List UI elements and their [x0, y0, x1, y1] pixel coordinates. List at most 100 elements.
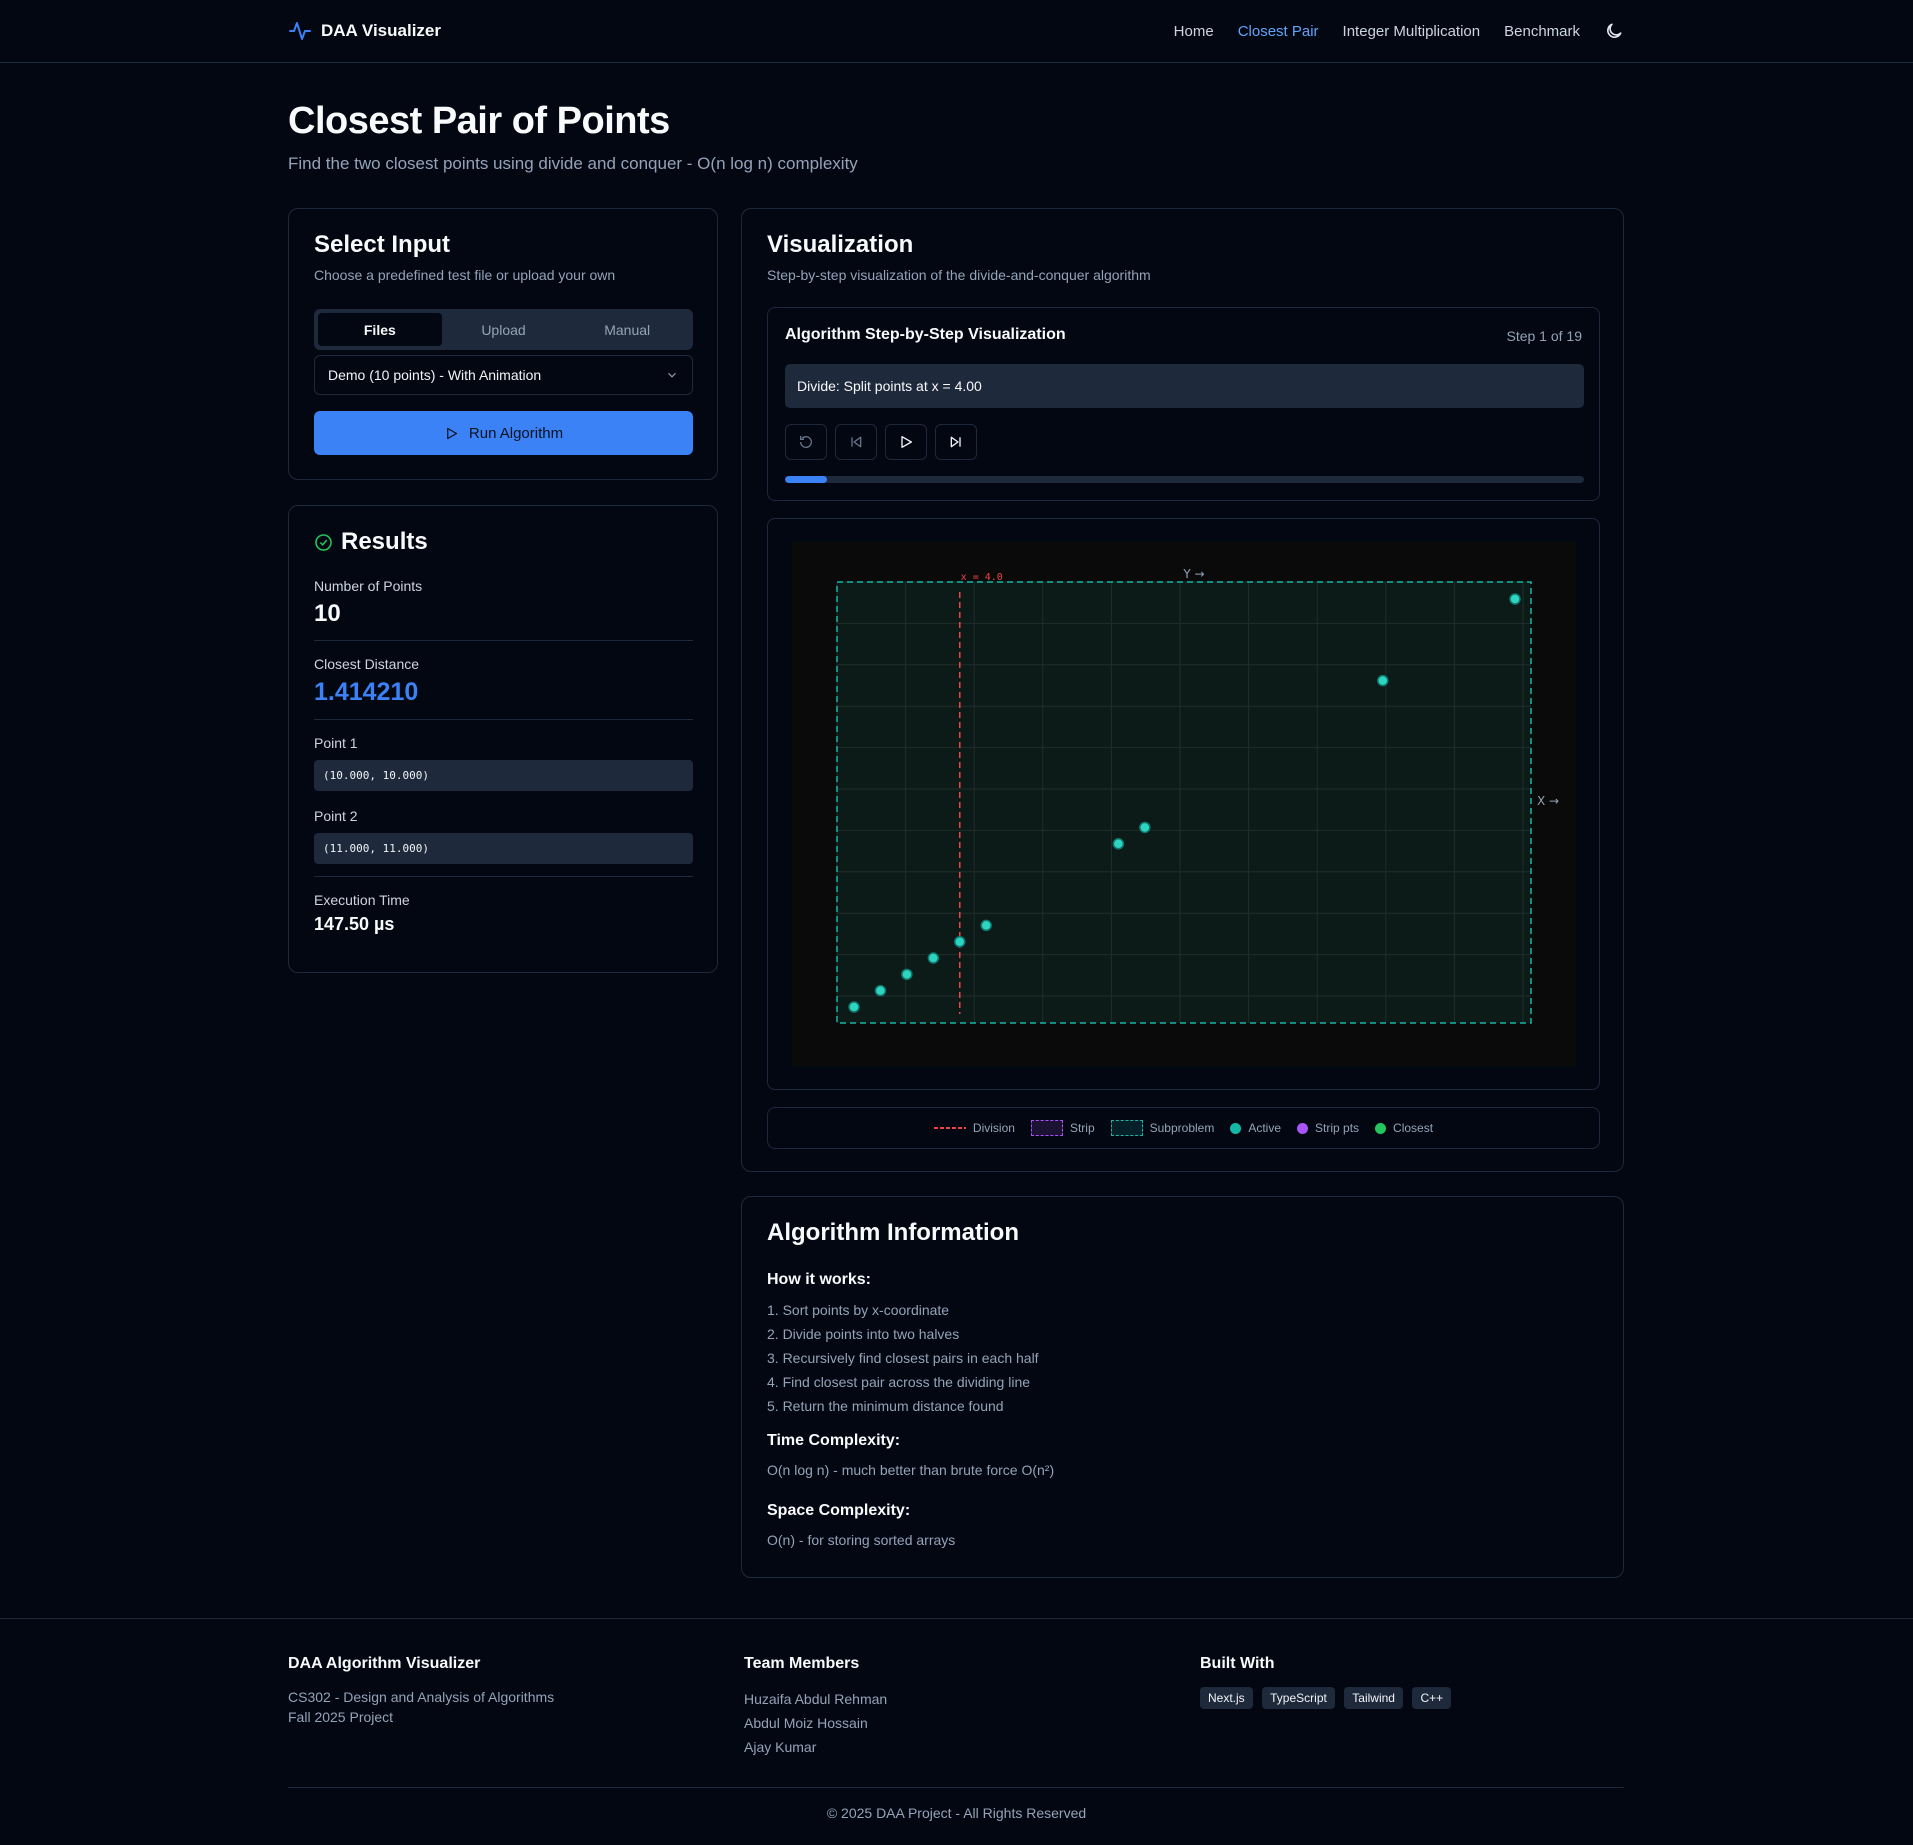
- data-point: [954, 935, 966, 948]
- data-point: [1509, 593, 1521, 605]
- closest-distance-label: Closest Distance: [314, 656, 420, 672]
- num-points-value: 10: [314, 600, 341, 627]
- division-label: x = 4.0: [961, 572, 1003, 583]
- legend-active: Active: [1230, 1121, 1281, 1135]
- step-counter: Step 1 of 19: [1506, 328, 1582, 344]
- tab-manual[interactable]: Manual: [565, 313, 689, 346]
- play-icon: [447, 427, 458, 439]
- run-algorithm-button[interactable]: Run Algorithm: [314, 411, 693, 455]
- legend-strip-pts-label: Strip pts: [1315, 1121, 1360, 1135]
- input-tabs: Files Upload Manual: [314, 309, 693, 350]
- footer-term: Fall 2025 Project: [288, 1709, 394, 1725]
- algo-step-1: 1. Sort points by x-coordinate: [767, 1302, 950, 1318]
- tab-upload[interactable]: Upload: [442, 313, 566, 346]
- algo-step-2: 2. Divide points into two halves: [767, 1326, 960, 1342]
- data-point: [927, 952, 940, 964]
- footer-app-title: DAA Algorithm Visualizer: [288, 1655, 481, 1672]
- legend-subproblem: Subproblem: [1110, 1120, 1215, 1136]
- step-panel-title: Algorithm Step-by-Step Visualization: [785, 326, 1066, 343]
- results-title: Results: [341, 528, 428, 555]
- algo-step-5: 5. Return the minimum distance found: [767, 1398, 1004, 1414]
- brand-name: DAA Visualizer: [321, 21, 441, 40]
- legend-strip-label: Strip: [1069, 1121, 1095, 1135]
- footer-course: CS302 - Design and Analysis of Algorithm…: [288, 1689, 555, 1705]
- space-complexity-title: Space Complexity:: [767, 1502, 911, 1519]
- num-points-label: Number of Points: [314, 578, 423, 594]
- canvas-panel: x = 4.0 Y → X →: [767, 518, 1600, 1090]
- visualization-title: Visualization: [767, 231, 914, 258]
- file-select[interactable]: Demo (10 points) - With Animation: [314, 355, 693, 395]
- top-nav: DAA Visualizer Home Closest Pair Integer…: [0, 0, 1913, 63]
- team-member: Abdul Moiz Hossain: [744, 1715, 868, 1731]
- legend: Division Strip Subproblem Active Strip p…: [767, 1107, 1600, 1149]
- subproblem-swatch: [1110, 1120, 1143, 1136]
- tech-chip: C++: [1412, 1687, 1452, 1709]
- nav-benchmark[interactable]: Benchmark: [1504, 23, 1580, 40]
- select-input-title: Select Input: [314, 231, 451, 258]
- how-it-works-title: How it works:: [767, 1271, 872, 1288]
- step-forward-button[interactable]: [935, 424, 977, 460]
- closest-dot: [1375, 1122, 1387, 1134]
- plot-area: [837, 582, 1531, 1023]
- strip-swatch: [1030, 1120, 1063, 1136]
- tech-chip: Next.js: [1200, 1687, 1253, 1709]
- legend-division: Division: [933, 1121, 1015, 1135]
- step-progress-fill: [785, 476, 828, 483]
- select-input-card: Select Input Choose a predefined test fi…: [288, 208, 718, 480]
- chevron-down-icon: [668, 372, 676, 378]
- theme-toggle-moon-icon[interactable]: [1604, 21, 1624, 41]
- y-axis-label: Y →: [1182, 567, 1204, 581]
- space-complexity-text: O(n) - for storing sorted arrays: [767, 1532, 956, 1548]
- execution-time-label: Execution Time: [314, 892, 410, 908]
- footer-divider: [288, 1787, 1624, 1788]
- point1-label: Point 1: [314, 735, 358, 751]
- legend-closest: Closest: [1375, 1121, 1433, 1135]
- visualization-desc: Step-by-step visualization of the divide…: [767, 267, 1151, 283]
- point2-label: Point 2: [314, 808, 358, 824]
- brand-logo[interactable]: DAA Visualizer: [288, 19, 441, 43]
- copyright: © 2025 DAA Project - All Rights Reserved: [826, 1805, 1087, 1821]
- data-point: [1377, 674, 1389, 687]
- strip-pts-dot: [1297, 1122, 1309, 1134]
- time-complexity-text: O(n log n) - much better than brute forc…: [767, 1462, 1055, 1478]
- step-back-button[interactable]: [835, 424, 877, 460]
- reset-button[interactable]: [785, 424, 827, 460]
- algorithm-info-title: Algorithm Information: [767, 1219, 1019, 1246]
- point2-value: (11.000, 11.000): [314, 833, 693, 864]
- legend-division-label: Division: [972, 1121, 1015, 1135]
- data-point: [874, 984, 887, 997]
- tech-chip: TypeScript: [1262, 1687, 1335, 1709]
- step-back-icon: [851, 436, 862, 448]
- data-point: [980, 919, 992, 932]
- step-panel: Algorithm Step-by-Step Visualization Ste…: [767, 307, 1600, 501]
- footer-built-with-title: Built With: [1200, 1655, 1275, 1672]
- data-point: [1139, 821, 1151, 834]
- algo-step-3: 3. Recursively find closest pairs in eac…: [767, 1350, 1039, 1366]
- reset-icon: [800, 436, 812, 448]
- step-message: Divide: Split points at x = 4.00: [785, 364, 1584, 408]
- closest-distance-value: 1.414210: [314, 678, 419, 706]
- point1-value: (10.000, 10.000): [314, 760, 693, 791]
- tech-chip: Tailwind: [1344, 1687, 1403, 1709]
- nav-integer-multiplication[interactable]: Integer Multiplication: [1343, 23, 1481, 40]
- data-point: [901, 968, 913, 981]
- data-point: [1112, 838, 1125, 850]
- play-button[interactable]: [885, 424, 927, 460]
- legend-strip: Strip: [1030, 1120, 1095, 1136]
- tab-files[interactable]: Files: [318, 313, 442, 346]
- visualization-card: Visualization Step-by-step visualization…: [741, 208, 1624, 1172]
- nav-closest-pair[interactable]: Closest Pair: [1238, 23, 1319, 40]
- legend-subproblem-label: Subproblem: [1149, 1121, 1215, 1135]
- activity-icon: [289, 22, 311, 40]
- team-member: Huzaifa Abdul Rehman: [744, 1691, 888, 1707]
- active-dot: [1230, 1122, 1242, 1134]
- nav-home[interactable]: Home: [1174, 23, 1214, 40]
- footer-team-title: Team Members: [744, 1655, 860, 1672]
- algorithm-info-card: Algorithm Information How it works: 1. S…: [741, 1196, 1624, 1578]
- team-member: Ajay Kumar: [744, 1739, 817, 1755]
- step-forward-icon: [950, 436, 961, 448]
- legend-closest-label: Closest: [1393, 1121, 1434, 1135]
- file-select-value: Demo (10 points) - With Animation: [328, 367, 542, 383]
- x-axis-label: X →: [1537, 794, 1559, 808]
- data-point: [848, 1001, 860, 1013]
